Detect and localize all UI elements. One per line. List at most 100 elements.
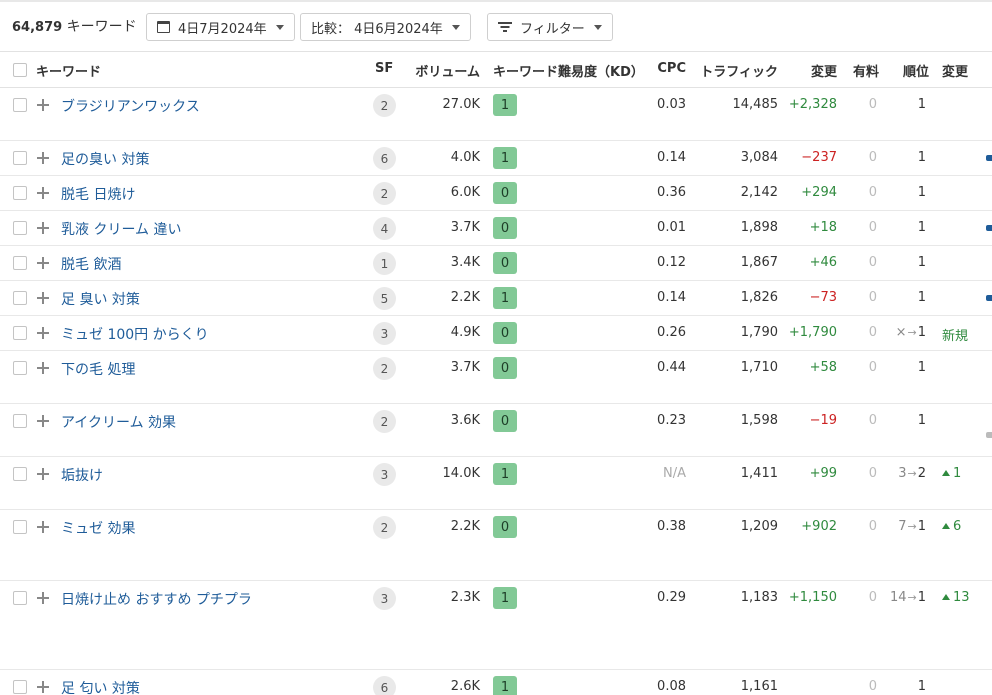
table-row: ミュゼ 効果 2 2.2K 0 0.38 1,209 +902 0 7→1 6 <box>0 510 992 581</box>
serp-features-badge[interactable]: 3 <box>373 587 396 610</box>
keyword-link[interactable]: ミュゼ 効果 <box>61 518 135 538</box>
add-keyword-icon[interactable] <box>36 520 50 534</box>
position-value: 7→1 <box>898 519 926 534</box>
serp-features-badge[interactable]: 2 <box>373 94 396 117</box>
row-checkbox[interactable] <box>13 467 27 481</box>
keyword-link[interactable]: 足 匂い 対策 <box>61 678 140 695</box>
cpc-value: N/A <box>663 466 686 481</box>
filter-icon <box>498 22 512 32</box>
compare-select-button[interactable]: 比較： 4日6月2024年 <box>300 13 471 41</box>
row-checkbox[interactable] <box>13 98 27 112</box>
row-checkbox[interactable] <box>13 680 27 694</box>
keyword-link[interactable]: アイクリーム 効果 <box>61 412 176 432</box>
keyword-link[interactable]: ブラジリアンワックス <box>61 96 200 116</box>
col-sf[interactable]: SF <box>375 61 393 76</box>
serp-features-badge[interactable]: 4 <box>373 217 396 240</box>
current-position: 1 <box>917 519 926 534</box>
cpc-value: 0.44 <box>657 360 686 375</box>
keyword-link[interactable]: ミュゼ 100円 からくり <box>61 324 209 344</box>
col-keyword[interactable]: キーワード <box>36 61 101 80</box>
traffic-change-value: +294 <box>801 185 837 200</box>
serp-features-badge[interactable]: 6 <box>373 676 396 695</box>
add-keyword-icon[interactable] <box>36 186 50 200</box>
current-position: 1 <box>917 290 926 305</box>
keyword-link[interactable]: 乳液 クリーム 違い <box>61 219 181 239</box>
col-position-change[interactable]: 変更 <box>942 61 968 80</box>
add-keyword-icon[interactable] <box>36 680 50 694</box>
col-volume[interactable]: ボリューム <box>415 61 480 80</box>
serp-features-badge[interactable]: 2 <box>373 182 396 205</box>
row-checkbox[interactable] <box>13 361 27 375</box>
paid-value: 0 <box>868 255 877 270</box>
position-value: 1 <box>918 150 926 165</box>
col-kd[interactable]: キーワード難易度（KD） <box>493 61 644 80</box>
col-cpc[interactable]: CPC <box>657 61 686 76</box>
cpc-value: 0.26 <box>657 325 686 340</box>
cpc-value: 0.29 <box>657 590 686 605</box>
add-keyword-icon[interactable] <box>36 591 50 605</box>
add-keyword-icon[interactable] <box>36 98 50 112</box>
keyword-link[interactable]: 脱毛 飲酒 <box>61 254 121 274</box>
serp-features-badge[interactable]: 2 <box>373 357 396 380</box>
chevron-down-icon <box>275 24 284 30</box>
table-row: ミュゼ 100円 からくり 3 4.9K 0 0.26 1,790 +1,790 0 ×→1 新規 <box>0 316 992 351</box>
intent-indicator-icon[interactable] <box>986 295 992 301</box>
row-checkbox[interactable] <box>13 291 27 305</box>
position-value: 1 <box>918 679 926 694</box>
paid-value: 0 <box>868 590 877 605</box>
row-checkbox[interactable] <box>13 186 27 200</box>
traffic-change-value: +902 <box>801 519 837 534</box>
keyword-link[interactable]: 足 臭い 対策 <box>61 289 140 309</box>
volume-value: 4.0K <box>450 150 480 165</box>
intent-indicator-icon[interactable] <box>986 432 992 438</box>
add-keyword-icon[interactable] <box>36 326 50 340</box>
serp-features-badge[interactable]: 3 <box>373 463 396 486</box>
add-keyword-icon[interactable] <box>36 256 50 270</box>
row-checkbox[interactable] <box>13 591 27 605</box>
row-checkbox[interactable] <box>13 520 27 534</box>
row-checkbox[interactable] <box>13 326 27 340</box>
table-row: アイクリーム 効果 2 3.6K 0 0.23 1,598 −19 0 1 <box>0 404 992 457</box>
kd-badge: 0 <box>493 410 517 432</box>
select-all-checkbox[interactable] <box>13 63 27 77</box>
intent-indicator-icon[interactable] <box>986 225 992 231</box>
keyword-link[interactable]: 足の臭い 対策 <box>61 149 149 169</box>
filter-button[interactable]: フィルター <box>487 13 613 41</box>
serp-features-badge[interactable]: 3 <box>373 322 396 345</box>
volume-value: 2.2K <box>450 519 480 534</box>
col-traffic[interactable]: トラフィック <box>700 61 778 80</box>
add-keyword-icon[interactable] <box>36 361 50 375</box>
volume-value: 3.7K <box>450 220 480 235</box>
col-paid[interactable]: 有料 <box>853 61 879 80</box>
intent-indicator-icon[interactable] <box>986 155 992 161</box>
add-keyword-icon[interactable] <box>36 467 50 481</box>
current-position: 1 <box>917 590 926 605</box>
kd-badge: 0 <box>493 252 517 274</box>
col-traffic-change[interactable]: 変更 <box>811 61 837 80</box>
date-select-button[interactable]: 4日7月2024年 <box>146 13 295 41</box>
keyword-link[interactable]: 日焼け止め おすすめ プチプラ <box>61 589 252 609</box>
add-keyword-icon[interactable] <box>36 291 50 305</box>
add-keyword-icon[interactable] <box>36 151 50 165</box>
serp-features-badge[interactable]: 6 <box>373 147 396 170</box>
keyword-link[interactable]: 下の毛 処理 <box>61 359 135 379</box>
serp-features-badge[interactable]: 5 <box>373 287 396 310</box>
row-checkbox[interactable] <box>13 256 27 270</box>
cpc-value: 0.14 <box>657 290 686 305</box>
add-keyword-icon[interactable] <box>36 221 50 235</box>
keyword-link[interactable]: 脱毛 日焼け <box>61 184 135 204</box>
arrow-right-icon: → <box>907 326 917 339</box>
serp-features-badge[interactable]: 2 <box>373 516 396 539</box>
row-checkbox[interactable] <box>13 221 27 235</box>
col-position[interactable]: 順位 <box>903 61 929 80</box>
row-checkbox[interactable] <box>13 151 27 165</box>
traffic-change-value: +2,328 <box>788 97 837 112</box>
traffic-value: 1,183 <box>740 590 778 605</box>
kd-badge: 1 <box>493 147 517 169</box>
traffic-value: 1,898 <box>740 220 778 235</box>
add-keyword-icon[interactable] <box>36 414 50 428</box>
serp-features-badge[interactable]: 2 <box>373 410 396 433</box>
row-checkbox[interactable] <box>13 414 27 428</box>
keyword-link[interactable]: 垢抜け <box>61 465 103 485</box>
serp-features-badge[interactable]: 1 <box>373 252 396 275</box>
